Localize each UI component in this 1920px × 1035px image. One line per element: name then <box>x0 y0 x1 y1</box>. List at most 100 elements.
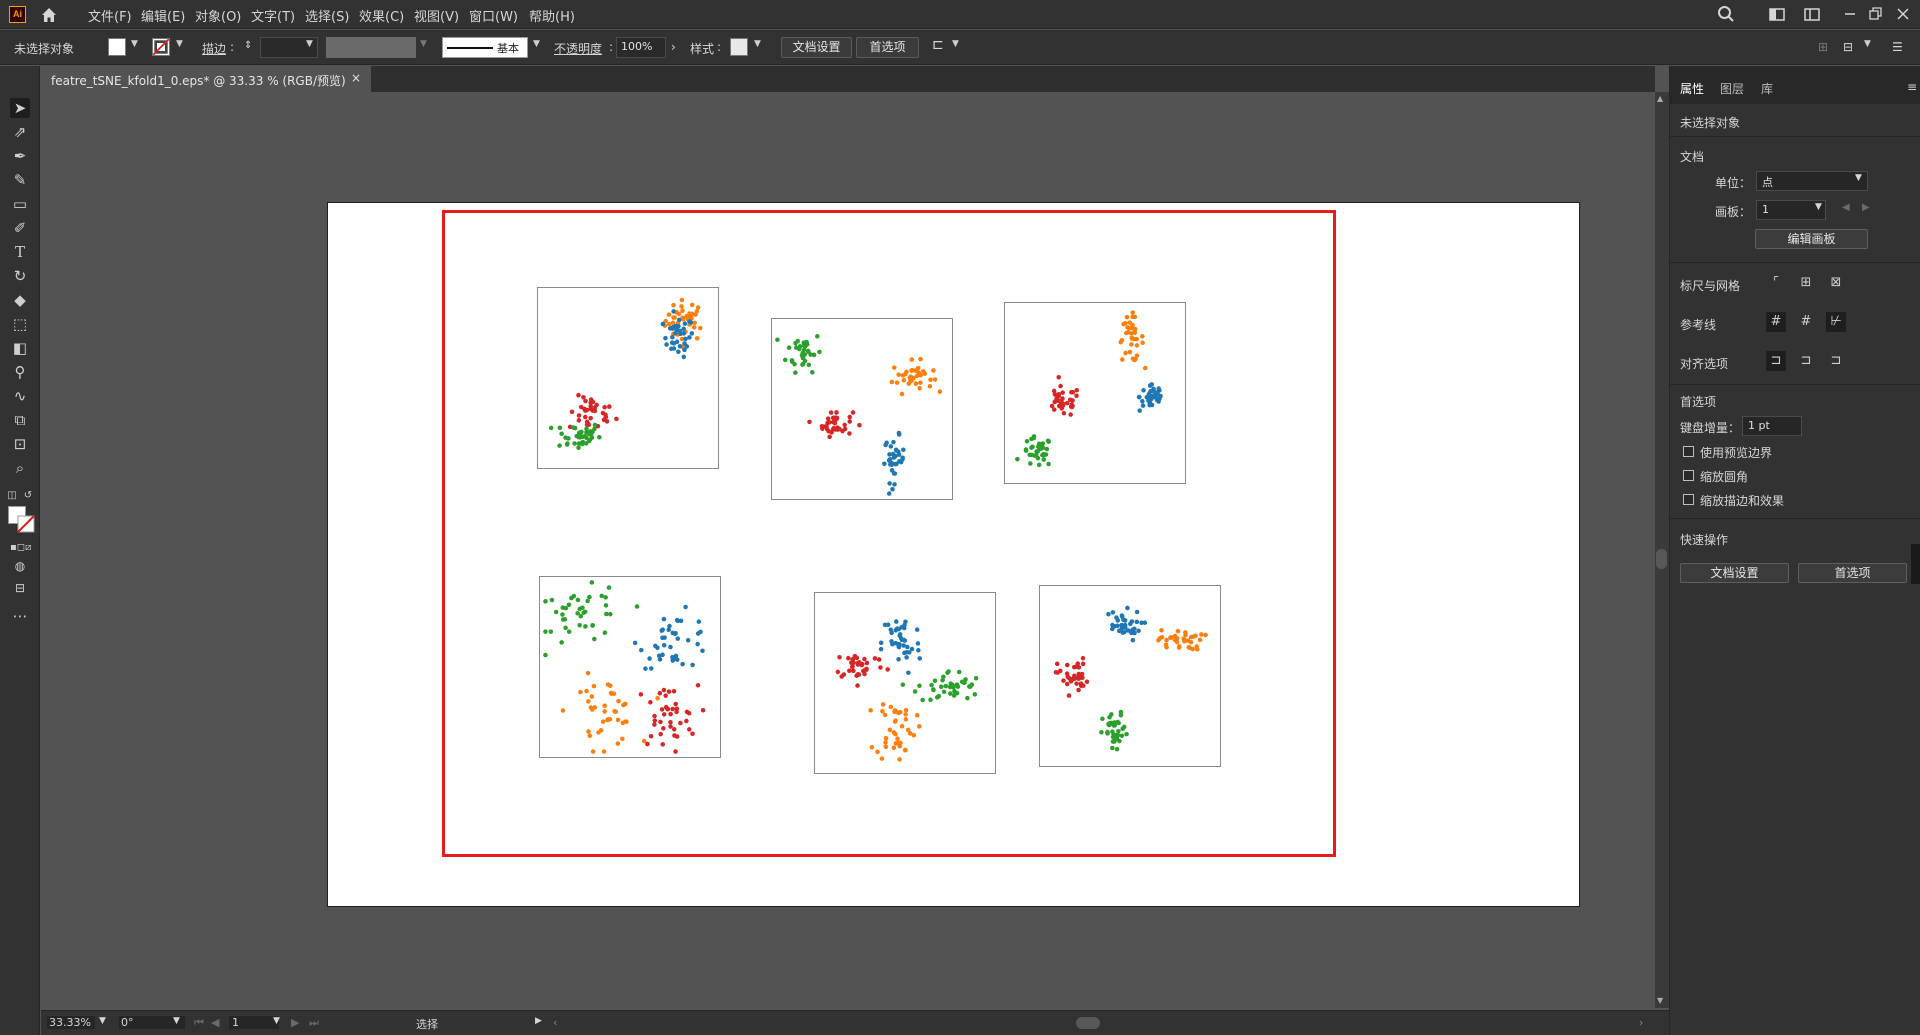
color-mode-icon[interactable]: ▪◻⧄ <box>10 538 31 558</box>
lock-guides-icon[interactable]: # <box>1796 312 1816 332</box>
panel-menu-icon[interactable]: ≡ <box>1907 80 1917 94</box>
panel-collapse-handle[interactable] <box>1911 544 1920 584</box>
snap-icon[interactable]: ⊏ <box>932 37 944 53</box>
scroll-up-icon[interactable]: ▲ <box>1657 94 1663 103</box>
next-artboard-icon[interactable]: ▶ <box>1862 202 1870 213</box>
document-setup-button[interactable]: 文档设置 <box>781 37 852 58</box>
arrange-documents-icon[interactable] <box>1802 4 1822 24</box>
scale-strokes-checkbox[interactable] <box>1683 494 1694 505</box>
document-tab[interactable]: featre_tSNE_kfold1_0.eps* @ 33.33 % (RGB… <box>41 66 371 92</box>
next-artboard-icon[interactable]: ▶ <box>291 1016 299 1029</box>
artboard-number-field[interactable]: 1 <box>229 1016 279 1029</box>
chevron-right-icon[interactable]: ▶ <box>535 1016 542 1026</box>
panel-menu-icon[interactable]: ☰ <box>1892 40 1903 54</box>
scroll-left-icon[interactable]: ‹ <box>553 1016 557 1029</box>
chevron-down-icon[interactable]: ▼ <box>533 39 540 49</box>
blend-tool-icon[interactable]: ∿ <box>10 386 30 406</box>
drawing-mode-icon[interactable]: ◍ <box>10 556 30 576</box>
eraser-tool-icon[interactable]: ◆ <box>10 290 30 310</box>
type-tool-icon[interactable]: T <box>10 242 30 262</box>
previous-artboard-icon[interactable]: ◀ <box>211 1016 219 1029</box>
menu-item-7[interactable]: 窗口(W) <box>469 6 518 25</box>
menu-item-3[interactable]: 文字(T) <box>251 6 295 25</box>
show-guides-icon[interactable]: # <box>1766 312 1786 332</box>
unit-select[interactable]: 点 <box>1756 171 1868 191</box>
chevron-down-icon[interactable]: ▼ <box>1864 39 1871 49</box>
default-colors-icon[interactable]: ◫ <box>6 486 18 506</box>
chevron-right-icon[interactable]: › <box>671 40 676 54</box>
search-icon[interactable] <box>1716 4 1736 24</box>
screen-mode-icon[interactable]: ⊟ <box>10 578 30 598</box>
tab-close-icon[interactable]: × <box>351 71 361 85</box>
grid-icon[interactable]: ⊞ <box>1796 273 1816 293</box>
opacity-field[interactable]: 100% <box>616 37 666 58</box>
previous-artboard-icon[interactable]: ◀ <box>1842 202 1850 213</box>
chevron-down-icon[interactable]: ▼ <box>131 39 138 49</box>
chevron-down-icon[interactable]: ▼ <box>1855 173 1862 183</box>
close-icon[interactable] <box>1893 4 1913 24</box>
zoom-field[interactable]: 33.33% <box>47 1016 95 1029</box>
swap-colors-icon[interactable]: ↺ <box>22 486 34 506</box>
menu-item-4[interactable]: 选择(S) <box>305 6 349 25</box>
use-preview-bounds-checkbox[interactable] <box>1683 446 1694 457</box>
zoom-tool-icon[interactable]: ⌕ <box>10 458 30 478</box>
first-artboard-icon[interactable]: ⏮ <box>194 1016 204 1030</box>
chevron-down-icon[interactable]: ▼ <box>952 39 959 49</box>
transparency-grid-icon[interactable]: ⊠ <box>1826 273 1846 293</box>
quick-document-setup-button[interactable]: 文档设置 <box>1680 563 1789 583</box>
chevron-down-icon[interactable]: ▼ <box>99 1016 106 1026</box>
shape-builder-tool-icon[interactable]: ⧉ <box>10 410 30 430</box>
tab-libraries[interactable]: 库 <box>1761 80 1773 97</box>
chevron-down-icon[interactable]: ▼ <box>754 39 761 49</box>
transform-icon[interactable]: ⊞ <box>1818 40 1828 54</box>
variable-width-profile[interactable] <box>326 37 416 58</box>
pen-tool-icon[interactable]: ✒ <box>10 146 30 166</box>
paintbrush-tool-icon[interactable]: ✐ <box>10 218 30 238</box>
edit-artboards-button[interactable]: 编辑画板 <box>1755 229 1868 249</box>
snap-to-pixel-icon[interactable]: ⊐ <box>1826 351 1846 371</box>
tab-layers[interactable]: 图层 <box>1720 80 1744 97</box>
eyedropper-tool-icon[interactable]: ⚲ <box>10 362 30 382</box>
horizontal-scroll-thumb[interactable] <box>1076 1017 1100 1029</box>
selection-bounding-box[interactable] <box>442 210 1336 857</box>
workspace-switcher-icon[interactable] <box>1767 4 1787 24</box>
tab-properties[interactable]: 属性 <box>1680 80 1704 97</box>
snap-to-grid-icon[interactable]: ⊐ <box>1796 351 1816 371</box>
more-tools-icon[interactable]: ⋯ <box>10 606 30 626</box>
curvature-tool-icon[interactable]: ✎ <box>10 170 30 190</box>
scale-corners-checkbox[interactable] <box>1683 470 1694 481</box>
chevron-down-icon[interactable]: ▼ <box>176 39 183 49</box>
last-artboard-icon[interactable]: ⏭ <box>309 1016 319 1030</box>
scroll-down-icon[interactable]: ▼ <box>1657 996 1663 1005</box>
minimize-icon[interactable] <box>1840 4 1860 24</box>
menu-item-0[interactable]: 文件(F) <box>88 6 132 25</box>
opacity-label[interactable]: 不透明度 <box>554 40 602 57</box>
graphic-style-swatch[interactable] <box>730 38 748 56</box>
direct-selection-tool-icon[interactable]: ⇗ <box>10 122 30 142</box>
chevron-down-icon[interactable]: ▼ <box>173 1016 180 1026</box>
restore-icon[interactable] <box>1865 4 1885 24</box>
chevron-down-icon[interactable]: ▼ <box>306 39 313 49</box>
rotate-tool-icon[interactable]: ↻ <box>10 266 30 286</box>
preferences-button[interactable]: 首选项 <box>856 37 919 58</box>
stroke-label[interactable]: 描边 <box>202 40 226 57</box>
selection-tool-icon[interactable]: ➤ <box>10 98 30 118</box>
quick-preferences-button[interactable]: 首选项 <box>1798 563 1907 583</box>
brush-definition[interactable]: 基本 <box>442 37 528 58</box>
free-transform-tool-icon[interactable]: ⬚ <box>10 314 30 334</box>
menu-item-6[interactable]: 视图(V) <box>414 6 459 25</box>
keyboard-increment-field[interactable]: 1 pt <box>1742 416 1802 436</box>
align-icon[interactable]: ⊟ <box>1843 40 1853 54</box>
vertical-scrollbar[interactable]: ▲ ▼ <box>1655 92 1669 1008</box>
menu-item-5[interactable]: 效果(C) <box>359 6 404 25</box>
chevron-down-icon[interactable]: ▼ <box>273 1016 280 1026</box>
menu-item-2[interactable]: 对象(O) <box>195 6 241 25</box>
ruler-icon[interactable]: ⌜ <box>1766 273 1786 293</box>
stroke-none-swatch-icon[interactable] <box>152 38 170 56</box>
home-icon[interactable] <box>39 5 59 25</box>
smart-guides-icon[interactable]: ⊬ <box>1826 312 1846 332</box>
rectangle-tool-icon[interactable]: ▭ <box>10 194 30 214</box>
gradient-tool-icon[interactable]: ◧ <box>10 338 30 358</box>
stroke-color-icon[interactable] <box>17 515 35 533</box>
menu-item-8[interactable]: 帮助(H) <box>529 6 575 25</box>
